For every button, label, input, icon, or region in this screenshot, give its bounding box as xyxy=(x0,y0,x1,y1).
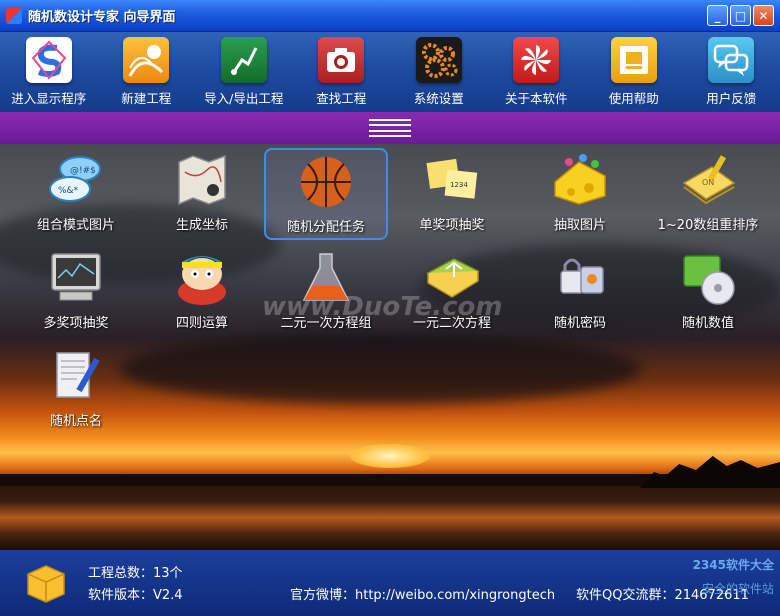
basketball-icon xyxy=(295,154,357,210)
s-logo-icon xyxy=(25,37,72,83)
grid-item-quadratic[interactable]: 一元二次方程 xyxy=(390,246,514,338)
grid-item-label: 四则运算 xyxy=(175,316,228,331)
toolbar-label: 新建工程 xyxy=(121,91,172,106)
toolbar: 进入显示程序 新建工程 导入/导出工程 查找工程 系统设置 关于本软件 使用帮助… xyxy=(0,32,780,112)
book-icon xyxy=(421,250,483,306)
grid-item-label: 1~20数组重排序 xyxy=(657,218,759,233)
sticky-notes-icon: 1234 xyxy=(421,152,483,208)
title-bar: 随机数设计专家 向导界面 _ □ ✕ xyxy=(0,0,780,32)
close-button[interactable]: ✕ xyxy=(753,5,774,26)
grid-item-reorder[interactable]: ON 1~20数组重排序 xyxy=(646,148,770,240)
status-bar: 工程总数：13个 软件版本：V2.4 官方微博：http://weibo.com… xyxy=(0,550,780,616)
import-export-icon xyxy=(220,37,267,83)
svg-text:@!#$: @!#$ xyxy=(70,166,96,176)
grid-item-label: 组合模式图片 xyxy=(36,218,115,233)
toolbar-label: 查找工程 xyxy=(316,91,367,106)
package-icon xyxy=(24,560,68,604)
grid-item-label: 多奖项抽奖 xyxy=(43,316,109,331)
svg-text:%&*: %&* xyxy=(58,186,79,196)
map-icon xyxy=(171,152,233,208)
site-logo-subtitle: 安全的软件站 xyxy=(701,582,774,596)
grid-item-coordinates[interactable]: 生成坐标 xyxy=(140,148,264,240)
maximize-button[interactable]: □ xyxy=(730,5,751,26)
toolbar-find-project[interactable]: 查找工程 xyxy=(295,37,387,107)
document-pen-icon xyxy=(45,348,107,404)
grid-item-arithmetic[interactable]: 四则运算 xyxy=(140,246,264,338)
new-project-icon xyxy=(123,37,170,83)
grid-item-linear-system[interactable]: 二元一次方程组 xyxy=(264,246,388,338)
toolbar-system-settings[interactable]: 系统设置 xyxy=(393,37,485,107)
chat-symbols-icon: @!#$ %&* xyxy=(45,152,107,208)
grid-item-label: 一元二次方程 xyxy=(412,316,491,331)
section-divider xyxy=(0,112,780,144)
flask-icon xyxy=(295,250,357,306)
grid-item-multi-lottery[interactable]: 多奖项抽奖 xyxy=(14,246,138,338)
toolbar-new-project[interactable]: 新建工程 xyxy=(100,37,192,107)
help-icon xyxy=(610,37,657,83)
toolbar-label: 进入显示程序 xyxy=(11,91,87,106)
grid-item-label: 随机数值 xyxy=(681,316,734,331)
toolbar-label: 系统设置 xyxy=(413,91,464,106)
main-panel: www.DuoTe.com @!#$ %&* 组合模式图片 生成坐标 随机分配任务… xyxy=(0,144,780,550)
weibo-link[interactable]: 官方微博：http://weibo.com/xingrongtech xyxy=(290,584,555,603)
sunset-sun xyxy=(350,444,430,468)
toolbar-run-display[interactable]: 进入显示程序 xyxy=(3,37,95,107)
toolbar-label: 使用帮助 xyxy=(608,91,659,106)
chat-bubbles-icon xyxy=(708,37,755,83)
svg-text:1234: 1234 xyxy=(450,181,468,189)
grid-item-label: 随机分配任务 xyxy=(286,220,365,235)
background-cloud xyxy=(120,334,640,404)
toolbar-label: 用户反馈 xyxy=(706,91,757,106)
grid-item-random-value[interactable]: 随机数值 xyxy=(646,246,770,338)
pinwheel-icon xyxy=(513,37,560,83)
tree-silhouette xyxy=(640,456,780,488)
svg-text:ON: ON xyxy=(702,178,714,187)
project-count: 工程总数：13个 xyxy=(88,566,183,581)
grid-item-label: 随机点名 xyxy=(49,414,102,429)
notebook-icon: ON xyxy=(677,152,739,208)
grid-item-label: 随机密码 xyxy=(553,316,606,331)
cd-icon xyxy=(677,250,739,306)
window-controls: _ □ ✕ xyxy=(707,5,774,26)
grid-item-label: 单奖项抽奖 xyxy=(419,218,485,233)
cartoon-kid-icon xyxy=(171,250,233,306)
gears-icon xyxy=(415,37,462,83)
app-icon xyxy=(6,7,22,24)
grid-item-random-rollcall[interactable]: 随机点名 xyxy=(14,344,138,436)
minimize-button[interactable]: _ xyxy=(707,5,728,26)
cheese-icon xyxy=(549,152,611,208)
lock-icon xyxy=(549,250,611,306)
camera-icon xyxy=(318,37,365,83)
grid-item-label: 抽取图片 xyxy=(553,218,606,233)
grid-item-pick-image[interactable]: 抽取图片 xyxy=(518,148,642,240)
grid-item-combo-image[interactable]: @!#$ %&* 组合模式图片 xyxy=(14,148,138,240)
toolbar-label: 导入/导出工程 xyxy=(204,91,284,106)
software-version: 软件版本：V2.4 xyxy=(88,588,183,603)
toolbar-about[interactable]: 关于本软件 xyxy=(490,37,582,107)
toolbar-feedback[interactable]: 用户反馈 xyxy=(685,37,777,107)
toolbar-label: 关于本软件 xyxy=(504,91,568,106)
grid-item-label: 二元一次方程组 xyxy=(280,316,372,331)
monitor-icon xyxy=(45,250,107,306)
grid-item-random-task[interactable]: 随机分配任务 xyxy=(264,148,388,240)
menu-icon[interactable] xyxy=(369,119,411,137)
window-title: 随机数设计专家 向导界面 xyxy=(28,10,176,25)
toolbar-import-export[interactable]: 导入/导出工程 xyxy=(198,37,290,107)
site-logo-watermark: 2345软件大全 xyxy=(692,558,774,572)
grid-item-single-lottery[interactable]: 1234 单奖项抽奖 xyxy=(390,148,514,240)
toolbar-help[interactable]: 使用帮助 xyxy=(588,37,680,107)
grid-item-label: 生成坐标 xyxy=(175,218,228,233)
grid-item-random-password[interactable]: 随机密码 xyxy=(518,246,642,338)
